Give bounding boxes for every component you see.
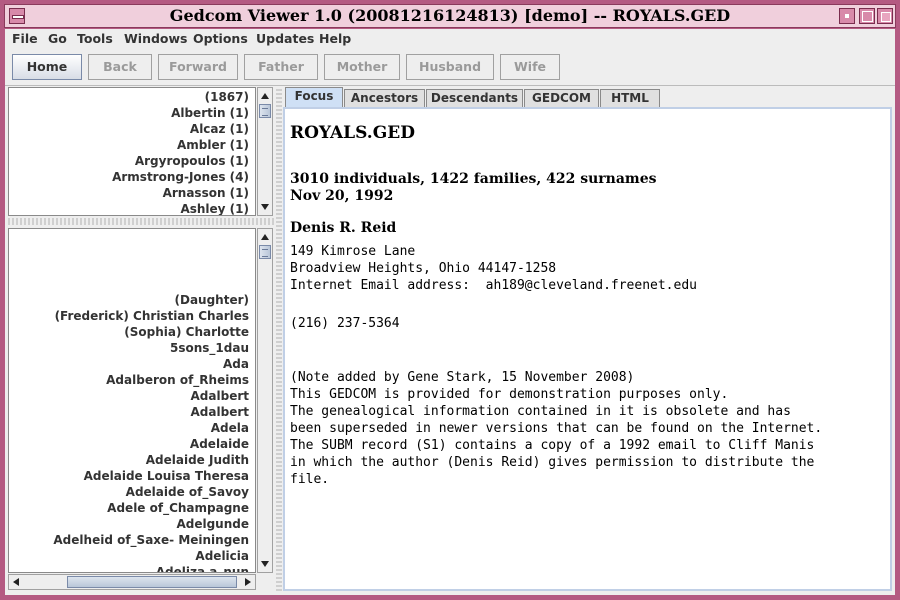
- title-bar[interactable]: Gedcom Viewer 1.0 (20081216124813) [demo…: [4, 4, 896, 28]
- minimize-icon[interactable]: [839, 8, 855, 24]
- tab-bar: Focus Ancestors Descendants GEDCOM HTML: [283, 87, 893, 107]
- split-divider-horizontal[interactable]: [8, 218, 274, 225]
- split-divider-vertical[interactable]: [276, 87, 282, 591]
- tab-html[interactable]: HTML: [600, 89, 660, 107]
- list-item[interactable]: Armstrong-Jones (4): [112, 170, 249, 184]
- list-item[interactable]: Argyropoulos (1): [135, 154, 249, 168]
- app-window: Gedcom Viewer 1.0 (20081216124813) [demo…: [0, 0, 900, 600]
- list-item[interactable]: Adela: [211, 421, 249, 435]
- individual-hscrollbar[interactable]: [8, 574, 256, 590]
- left-pane: (1867) Albertin (1) Alcaz (1) Ambler (1)…: [8, 87, 274, 591]
- scroll-right-icon[interactable]: [245, 578, 251, 586]
- list-item[interactable]: Adelgunde: [176, 517, 249, 531]
- list-item[interactable]: Adalbert: [191, 405, 249, 419]
- client-area: File Go Tools Windows Options Updates He…: [5, 29, 895, 595]
- address-block: 149 Kimrose Lane Broadview Heights, Ohio…: [290, 244, 697, 293]
- scroll-thumb[interactable]: [259, 104, 271, 118]
- home-button[interactable]: Home: [12, 54, 82, 80]
- mother-button[interactable]: Mother: [324, 54, 400, 80]
- back-button[interactable]: Back: [88, 54, 152, 80]
- note-block: (Note added by Gene Stark, 15 November 2…: [290, 370, 823, 487]
- father-button[interactable]: Father: [244, 54, 318, 80]
- maximize-icon[interactable]: [859, 8, 875, 24]
- forward-button[interactable]: Forward: [158, 54, 238, 80]
- list-item[interactable]: Adelicia: [195, 549, 249, 563]
- menu-updates[interactable]: Updates: [256, 31, 314, 46]
- author-name: Denis R. Reid: [290, 220, 397, 236]
- menu-tools[interactable]: Tools: [77, 31, 113, 46]
- menu-file[interactable]: File: [12, 31, 38, 46]
- focus-content: ROYALS.GED 3010 individuals, 1422 famili…: [283, 107, 892, 591]
- menu-go[interactable]: Go: [48, 31, 67, 46]
- list-item[interactable]: Ashley (1): [180, 202, 249, 215]
- close-icon[interactable]: [877, 8, 893, 24]
- window-title: Gedcom Viewer 1.0 (20081216124813) [demo…: [169, 6, 731, 25]
- scroll-down-icon[interactable]: [261, 561, 269, 567]
- scroll-up-icon[interactable]: [261, 93, 269, 99]
- list-item[interactable]: Adelaide Louisa Theresa: [84, 469, 249, 483]
- surname-scrollbar[interactable]: [257, 87, 273, 216]
- list-item[interactable]: Adeliza a_nun: [156, 565, 249, 572]
- list-item[interactable]: Arnasson (1): [163, 186, 249, 200]
- scroll-thumb[interactable]: [67, 576, 237, 588]
- list-item[interactable]: Adelheid of_Saxe- Meiningen: [53, 533, 249, 547]
- menu-windows[interactable]: Windows: [124, 31, 188, 46]
- toolbar: Home Back Forward Father Mother Husband …: [5, 49, 895, 86]
- menu-options[interactable]: Options: [193, 31, 248, 46]
- individual-list[interactable]: (Daughter) (Frederick) Christian Charles…: [8, 228, 256, 573]
- tab-descendants[interactable]: Descendants: [426, 89, 523, 107]
- tab-gedcom[interactable]: GEDCOM: [524, 89, 599, 107]
- list-item[interactable]: (Sophia) Charlotte: [124, 325, 249, 339]
- menu-help[interactable]: Help: [319, 31, 351, 46]
- list-item[interactable]: Adelaide of_Savoy: [126, 485, 249, 499]
- scroll-left-icon[interactable]: [13, 578, 19, 586]
- husband-button[interactable]: Husband: [406, 54, 494, 80]
- list-item[interactable]: Ambler (1): [177, 138, 249, 152]
- list-item[interactable]: Adelaide: [190, 437, 249, 451]
- list-item[interactable]: (1867): [205, 90, 249, 104]
- list-item[interactable]: Albertin (1): [171, 106, 249, 120]
- list-item[interactable]: Adalbert: [191, 389, 249, 403]
- phone-text: (216) 237-5364: [290, 316, 400, 331]
- tab-focus[interactable]: Focus: [285, 87, 343, 107]
- list-item[interactable]: Adelaide Judith: [146, 453, 249, 467]
- individual-scrollbar[interactable]: [257, 228, 273, 573]
- wife-button[interactable]: Wife: [500, 54, 560, 80]
- list-item[interactable]: Ada: [223, 357, 249, 371]
- list-item[interactable]: (Daughter): [175, 293, 250, 307]
- tab-ancestors[interactable]: Ancestors: [344, 89, 425, 107]
- right-pane: Focus Ancestors Descendants GEDCOM HTML …: [283, 87, 893, 591]
- file-title: ROYALS.GED: [290, 123, 415, 143]
- scroll-down-icon[interactable]: [261, 204, 269, 210]
- surname-list[interactable]: (1867) Albertin (1) Alcaz (1) Ambler (1)…: [8, 87, 256, 216]
- list-item[interactable]: Adalberon of_Rheims: [106, 373, 249, 387]
- date-text: Nov 20, 1992: [290, 188, 394, 204]
- list-item[interactable]: Adele of_Champagne: [107, 501, 249, 515]
- list-item[interactable]: (Frederick) Christian Charles: [55, 309, 249, 323]
- scroll-thumb[interactable]: [259, 245, 271, 259]
- stats-text: 3010 individuals, 1422 families, 422 sur…: [290, 171, 657, 187]
- menu-bar: File Go Tools Windows Options Updates He…: [5, 29, 895, 49]
- list-item[interactable]: 5sons_1dau: [170, 341, 249, 355]
- scroll-up-icon[interactable]: [261, 234, 269, 240]
- list-item[interactable]: Alcaz (1): [190, 122, 249, 136]
